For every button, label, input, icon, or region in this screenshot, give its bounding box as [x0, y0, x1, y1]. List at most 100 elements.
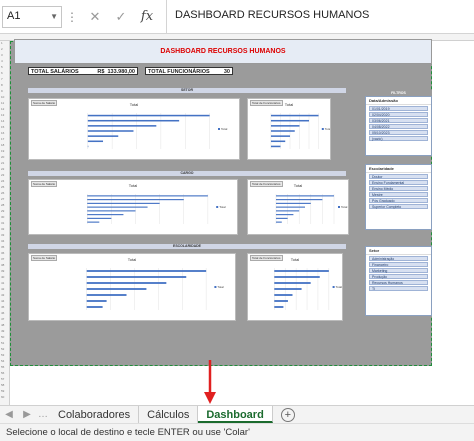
chart-bar[interactable] [87, 140, 104, 143]
chart-setor-salario[interactable]: Soma de Salário Total Total [28, 98, 240, 160]
formula-input[interactable]: DASHBOARD RECURSOS HUMANOS [166, 0, 474, 34]
worksheet-grid[interactable]: 1 2 3 4 5 6 7 8 9 10 11 12 13 14 15 16 17 18 19 20 21 22 23 24 2… [0, 34, 474, 405]
row-number[interactable]: 25 [1, 185, 4, 189]
row-number[interactable]: 32 [1, 227, 4, 231]
row-number[interactable]: 9 [1, 89, 3, 93]
row-number[interactable]: 51 [1, 341, 4, 345]
slicer-item[interactable]: Mestre [369, 192, 428, 197]
chart-bar[interactable] [87, 217, 112, 219]
slicer-item[interactable]: Pós Graduado [369, 198, 428, 203]
chart-bar[interactable] [274, 270, 329, 272]
chart-bar[interactable] [276, 221, 282, 223]
tab-next-icon[interactable]: ▶ [18, 406, 36, 423]
row-number[interactable]: 38 [1, 263, 4, 267]
chart-bar[interactable] [270, 119, 310, 122]
slicer-item[interactable]: Administração [369, 256, 428, 261]
kpi-total-salarios[interactable]: TOTAL SALÁRIOS R$ 133.980,00 [28, 67, 138, 75]
chart-bar[interactable] [270, 130, 295, 132]
chart-bar[interactable] [276, 202, 311, 204]
chart-bar[interactable] [276, 206, 305, 208]
slicer-item[interactable]: 05/10/2023 [369, 130, 428, 135]
enter-icon[interactable]: ✓ [108, 9, 134, 25]
chart-bar[interactable] [86, 276, 187, 278]
row-number[interactable]: 60 [1, 395, 4, 399]
row-number[interactable]: 14 [1, 119, 4, 123]
chart-bar[interactable] [270, 140, 286, 143]
row-number[interactable]: 45 [1, 305, 4, 309]
slicer-item[interactable]: Doutor [369, 174, 428, 179]
chart-bar[interactable] [270, 135, 290, 137]
row-number[interactable]: 30 [1, 215, 4, 219]
row-number[interactable]: 47 [1, 317, 4, 321]
row-number[interactable]: 20 [1, 155, 4, 159]
row-number[interactable]: 10 [1, 95, 4, 99]
row-number[interactable]: 24 [1, 179, 4, 183]
slicer-item[interactable]: 02/04/2020 [369, 112, 428, 117]
row-number[interactable]: 49 [1, 329, 4, 333]
row-number[interactable]: 13 [1, 113, 4, 117]
chart-escolaridade-salario[interactable]: Soma de Salário Total Total [28, 253, 236, 321]
row-number[interactable]: 56 [1, 371, 4, 375]
chart-bar[interactable] [86, 270, 207, 272]
row-number[interactable]: 16 [1, 131, 4, 135]
chart-bar[interactable] [274, 276, 320, 278]
row-number[interactable]: 29 [1, 209, 4, 213]
chart-bar[interactable] [276, 217, 288, 219]
slicer-item[interactable]: (vazio) [369, 136, 428, 141]
row-number[interactable]: 27 [1, 197, 4, 201]
slicer-setor[interactable]: Setor Administração Financeiro Marketing Pr… [365, 246, 432, 316]
row-header[interactable]: 1 2 3 4 5 6 7 8 9 10 11 12 13 14 15 16 17 18 19 20 21 22 23 24 2… [0, 41, 10, 405]
row-number[interactable]: 34 [1, 239, 4, 243]
row-number[interactable]: 18 [1, 143, 4, 147]
chart-bar[interactable] [270, 114, 319, 117]
name-box[interactable]: A1 ▼ [2, 5, 62, 28]
row-number[interactable]: 3 [1, 53, 3, 57]
tab-dashboard[interactable]: Dashboard [198, 406, 273, 423]
row-number[interactable]: 6 [1, 71, 3, 75]
cancel-icon[interactable]: ✕ [82, 9, 108, 25]
row-number[interactable]: 26 [1, 191, 4, 195]
chart-bar[interactable] [274, 294, 293, 296]
row-number[interactable]: 21 [1, 161, 4, 165]
row-number[interactable]: 53 [1, 353, 4, 357]
row-number[interactable]: 11 [1, 101, 4, 105]
tab-prev-icon[interactable]: ◀ [0, 406, 18, 423]
row-number[interactable]: 54 [1, 359, 4, 363]
row-number[interactable]: 36 [1, 251, 4, 255]
chart-bar[interactable] [276, 199, 323, 201]
row-number[interactable]: 37 [1, 257, 4, 261]
row-number[interactable]: 8 [1, 83, 3, 87]
row-number[interactable]: 41 [1, 281, 4, 285]
chart-cargo-funcionarios[interactable]: Total de Funcionários Total Total [247, 179, 349, 235]
row-number[interactable]: 12 [1, 107, 4, 111]
slicer-item[interactable]: Produção [369, 274, 428, 279]
chart-bar[interactable] [274, 282, 311, 284]
chart-bar[interactable] [274, 306, 284, 308]
row-number[interactable]: 4 [1, 59, 3, 63]
chart-bar[interactable] [276, 214, 294, 216]
row-number[interactable]: 52 [1, 347, 4, 351]
chart-bar[interactable] [276, 210, 300, 212]
row-number[interactable]: 57 [1, 377, 4, 381]
slicer-item[interactable]: Marketing [369, 268, 428, 273]
add-sheet-icon[interactable]: + [280, 408, 295, 422]
row-number[interactable]: 33 [1, 233, 4, 237]
row-number[interactable]: 42 [1, 287, 4, 291]
row-number[interactable]: 40 [1, 275, 4, 279]
tab-calculos[interactable]: Cálculos [139, 406, 199, 423]
chart-bar[interactable] [87, 135, 119, 137]
chart-bar[interactable] [274, 288, 302, 290]
chevron-down-icon[interactable]: ▼ [50, 12, 58, 21]
chart-cargo-salario[interactable]: Soma de Salário Total Total [28, 179, 238, 235]
dots-icon[interactable]: … [36, 406, 50, 423]
function-icon[interactable]: fx [134, 9, 160, 24]
chart-bar[interactable] [87, 199, 184, 201]
row-number[interactable]: 15 [1, 125, 4, 129]
chart-bar[interactable] [270, 125, 300, 127]
chart-bar[interactable] [87, 130, 134, 132]
slicer-item[interactable]: Recursos Humanos [369, 280, 428, 285]
slicer-item[interactable]: 01/01/2019 [369, 106, 428, 111]
slicer-item[interactable]: Ensino Médio [369, 186, 428, 191]
chart-bar[interactable] [87, 125, 157, 127]
dashboard-title[interactable]: DASHBOARD RECURSOS HUMANOS [14, 39, 432, 64]
